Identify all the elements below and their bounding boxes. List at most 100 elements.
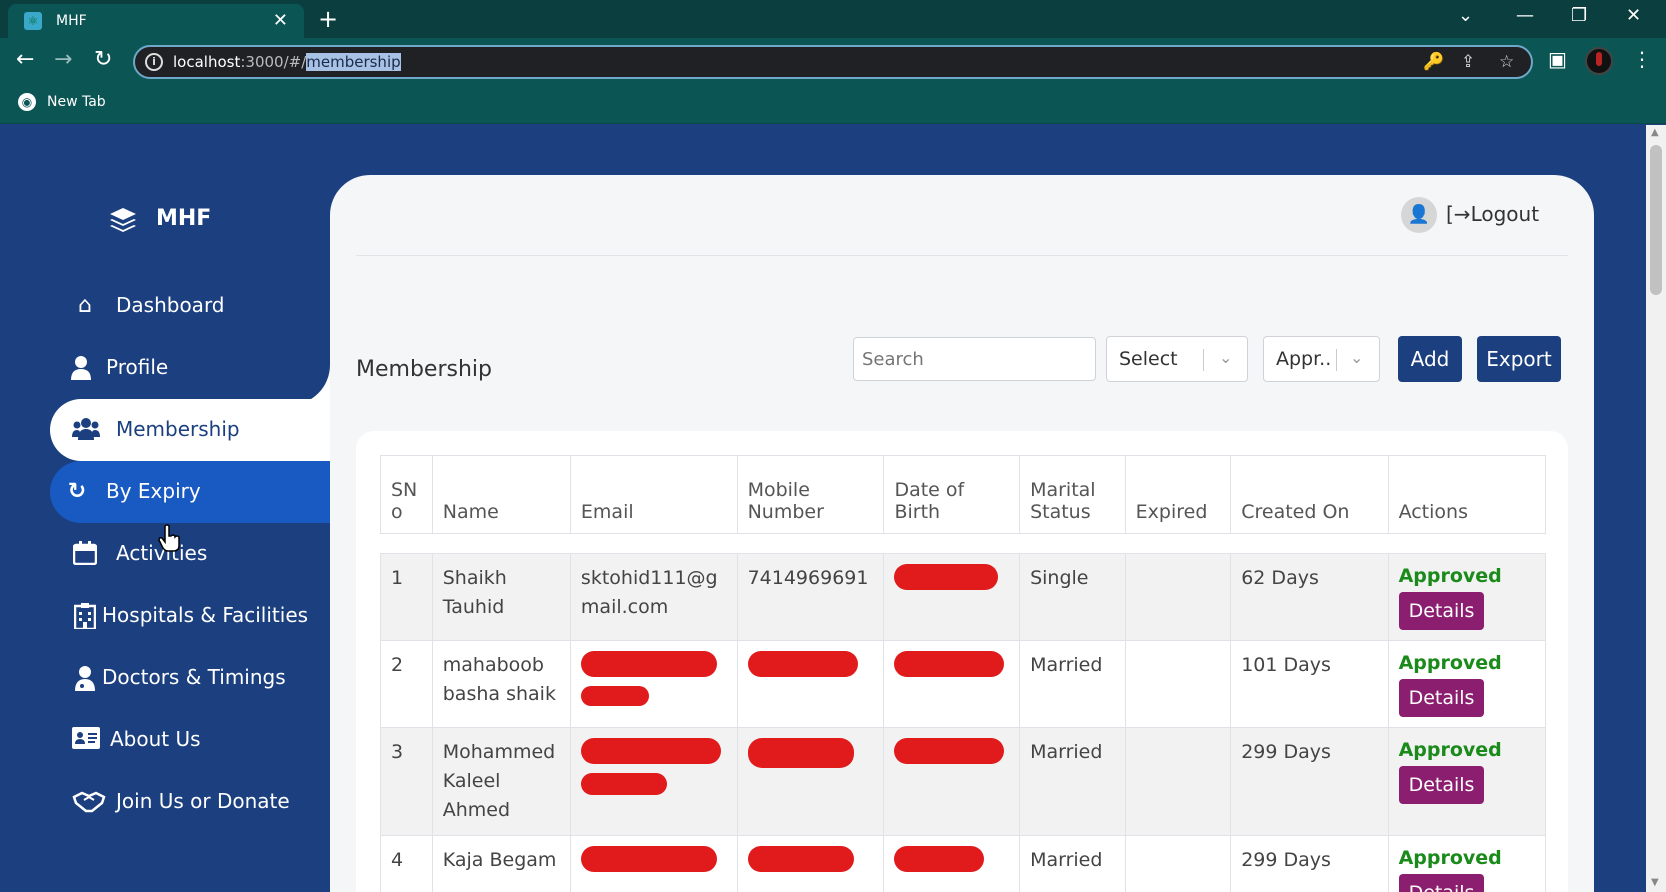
cell-expired xyxy=(1124,727,1232,836)
react-favicon-icon: ⚛ xyxy=(24,12,42,30)
col-mobile: Mobile Number xyxy=(736,455,885,534)
sidebar-item-hospitals[interactable]: Hospitals & Facilities xyxy=(50,585,330,647)
tab-title: MHF xyxy=(56,13,87,29)
redaction-mark xyxy=(580,686,649,706)
sidebar-item-membership[interactable]: Membership xyxy=(50,399,330,461)
cell-actions: Approved Details xyxy=(1387,640,1547,728)
url-text[interactable]: localhost:3000/#/membership xyxy=(173,53,401,71)
bookmark-new-tab[interactable]: New Tab xyxy=(47,94,106,110)
tab-close-icon[interactable]: ✕ xyxy=(273,10,288,31)
col-sno: SN o xyxy=(380,455,433,534)
scroll-up-icon[interactable]: ▲ xyxy=(1651,127,1659,138)
profile-avatar[interactable] xyxy=(1585,47,1613,75)
sidebar-item-about-us[interactable]: About Us xyxy=(50,709,330,771)
window-close-icon[interactable]: ✕ xyxy=(1626,5,1641,26)
sidebar-item-dashboard[interactable]: ⌂ Dashboard xyxy=(50,275,330,337)
user-icon xyxy=(68,355,94,381)
cell-sno: 1 xyxy=(380,553,433,641)
sidebar-item-join-us[interactable]: Join Us or Donate xyxy=(50,771,330,833)
redaction-mark xyxy=(894,846,985,872)
cell-email xyxy=(569,835,738,892)
col-name: Name xyxy=(431,455,571,534)
cell-sno: 4 xyxy=(380,835,433,892)
status-badge: Approved xyxy=(1398,565,1502,587)
chevron-down-icon: ⌄ xyxy=(1350,348,1364,367)
doctor-icon xyxy=(72,665,98,691)
bookmarks-bar: ◉ New Tab xyxy=(0,84,1666,124)
header-divider xyxy=(356,255,1568,256)
tab-search-chevron-icon[interactable]: ⌄ xyxy=(1458,5,1473,26)
table-row: 2 mahaboob basha shaik Married 101 Days … xyxy=(380,640,1547,728)
details-button[interactable]: Details xyxy=(1398,874,1485,892)
details-button[interactable]: Details xyxy=(1398,592,1485,630)
cell-mobile: 7414969691 xyxy=(736,553,885,641)
col-marital: Marital Status xyxy=(1019,455,1126,534)
key-icon[interactable]: 🔑 xyxy=(1423,52,1444,72)
cell-created: 62 Days xyxy=(1230,553,1389,641)
cell-expired xyxy=(1124,640,1232,728)
scroll-down-icon[interactable]: ▼ xyxy=(1651,877,1659,888)
status-select[interactable]: Appr.. ⌄ xyxy=(1263,336,1380,382)
cell-created: 299 Days xyxy=(1230,727,1389,836)
status-badge: Approved xyxy=(1398,847,1502,869)
details-button[interactable]: Details xyxy=(1398,766,1485,804)
cell-dob xyxy=(883,727,1021,836)
status-badge: Approved xyxy=(1398,739,1502,761)
members-table: SN o Name Email Mobile Number Date of Birt… xyxy=(380,455,1547,892)
redaction-mark xyxy=(747,738,854,768)
menu-kebab-icon[interactable]: ⋮ xyxy=(1632,47,1652,71)
cell-dob xyxy=(883,553,1021,641)
redaction-mark xyxy=(580,846,717,872)
page-title: Membership xyxy=(356,357,492,382)
chevron-down-icon: ⌄ xyxy=(1219,348,1233,367)
reload-icon[interactable]: ↻ xyxy=(94,47,112,72)
address-bar[interactable]: i localhost:3000/#/membership 🔑 ⇪ ☆ xyxy=(133,45,1533,79)
app: MHF ⌂ Dashboard Profile Membership ↻ By … xyxy=(0,125,1666,892)
browser-tab[interactable]: ⚛ MHF ✕ xyxy=(8,4,304,38)
cell-mobile xyxy=(736,640,885,728)
details-button[interactable]: Details xyxy=(1398,679,1485,717)
scroll-thumb[interactable] xyxy=(1650,145,1662,295)
redaction-mark xyxy=(894,564,999,590)
users-icon xyxy=(72,417,100,443)
export-button[interactable]: Export xyxy=(1477,336,1561,382)
cell-email xyxy=(569,640,738,728)
table-header-row: SN o Name Email Mobile Number Date of Birt… xyxy=(380,455,1547,534)
redaction-mark xyxy=(580,651,717,677)
restore-icon[interactable]: ❐ xyxy=(1571,5,1587,26)
site-info-icon[interactable]: i xyxy=(145,53,163,71)
share-icon[interactable]: ⇪ xyxy=(1461,52,1475,72)
globe-icon: ◉ xyxy=(18,93,36,111)
cell-created: 101 Days xyxy=(1230,640,1389,728)
sidebar-item-by-expiry[interactable]: ↻ By Expiry xyxy=(50,461,330,523)
side-panel-icon[interactable]: ▣ xyxy=(1548,47,1567,71)
cell-actions: Approved Details xyxy=(1387,727,1547,836)
search-input[interactable] xyxy=(853,337,1096,381)
cell-marital: Single xyxy=(1019,553,1126,641)
cell-actions: Approved Details xyxy=(1387,835,1547,892)
filter-select[interactable]: Select ⌄ xyxy=(1106,336,1248,382)
sidebar-item-doctors[interactable]: Doctors & Timings xyxy=(50,647,330,709)
cell-name: Mohammed Kaleel Ahmed xyxy=(431,727,571,836)
logout-icon: [→ xyxy=(1446,202,1471,226)
select-separator xyxy=(1336,349,1337,371)
user-avatar-icon[interactable]: 👤 xyxy=(1401,197,1437,233)
add-button[interactable]: Add xyxy=(1398,336,1462,382)
cell-dob xyxy=(883,835,1021,892)
cell-actions: Approved Details xyxy=(1387,553,1547,641)
new-tab-icon[interactable]: + xyxy=(318,5,338,33)
forward-icon[interactable]: → xyxy=(54,47,72,72)
sidebar-item-profile[interactable]: Profile xyxy=(50,337,330,399)
page-scrollbar[interactable]: ▲ ▼ xyxy=(1646,125,1666,892)
cell-name: Shaikh Tauhid xyxy=(431,553,571,641)
cell-expired xyxy=(1124,835,1232,892)
cell-email: sktohid111@gmail.com xyxy=(569,553,738,641)
back-icon[interactable]: ← xyxy=(16,47,34,72)
handshake-icon xyxy=(72,789,106,815)
calendar-icon xyxy=(72,541,98,567)
logout-button[interactable]: [→Logout xyxy=(1446,202,1539,226)
minimize-icon[interactable]: — xyxy=(1516,5,1534,26)
bookmark-star-icon[interactable]: ☆ xyxy=(1499,52,1514,72)
sidebar-item-activities[interactable]: Activities xyxy=(50,523,330,585)
cell-name: Kaja Begam xyxy=(431,835,571,892)
